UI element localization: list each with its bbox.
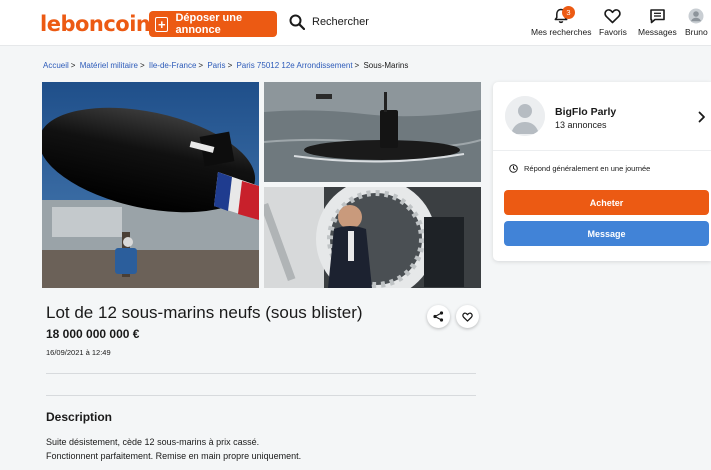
user-avatar-icon (505, 96, 545, 136)
nav-account[interactable]: Bruno (685, 8, 708, 37)
notification-badge: 3 (562, 6, 575, 19)
reply-time: Répond généralement en une journée (509, 164, 650, 173)
user-avatar-icon (688, 8, 704, 24)
nav-favorites[interactable]: Favoris (599, 8, 627, 37)
gallery-photo-submarine-sea[interactable] (264, 82, 481, 182)
seller-name[interactable]: BigFlo Parly (555, 106, 616, 118)
buy-button[interactable]: Acheter (504, 190, 709, 215)
nav-label-favorites: Favoris (599, 27, 627, 37)
description-body: Suite désistement, cède 12 sous-marins à… (46, 435, 301, 463)
breadcrumb-category[interactable]: Matériel militaire (80, 61, 138, 70)
breadcrumb-city[interactable]: Paris (207, 61, 225, 70)
favorite-button[interactable] (456, 305, 479, 328)
message-button[interactable]: Message (504, 221, 709, 246)
deposit-ad-label: Déposer une annonce (175, 12, 243, 36)
breadcrumb: Accueil > Matériel militaire > Ile-de-Fran… (43, 61, 409, 70)
gallery-photo-hatch[interactable] (264, 187, 481, 288)
message-icon (650, 9, 665, 24)
nav-messages[interactable]: Messages (638, 8, 677, 37)
section-divider (46, 395, 476, 396)
description-line: Suite désistement, cède 12 sous-marins à… (46, 437, 260, 447)
seller-avatar[interactable] (505, 96, 545, 136)
search-button[interactable]: Rechercher (289, 14, 369, 30)
search-label: Rechercher (312, 16, 369, 28)
breadcrumb-current: Sous-Marins (363, 61, 409, 70)
seller-ad-count: 13 annonces (555, 120, 607, 130)
share-button[interactable] (427, 305, 450, 328)
breadcrumb-region[interactable]: Ile-de-France (149, 61, 197, 70)
description-line: Fonctionnent parfaitement. Remise en mai… (46, 451, 302, 461)
gallery-main-photo[interactable] (42, 82, 259, 288)
clock-icon (509, 164, 518, 173)
deposit-ad-button[interactable]: + Déposer une annonce (149, 11, 277, 37)
nav-label-saved-searches: Mes recherches (531, 27, 592, 37)
card-divider (493, 150, 711, 151)
breadcrumb-district[interactable]: Paris 75012 12e Arrondissement (236, 61, 352, 70)
top-header: leboncoin + Déposer une annonce Recherch… (0, 0, 711, 46)
search-icon (289, 14, 305, 30)
ad-price: 18 000 000 000 € (46, 327, 140, 341)
breadcrumb-home[interactable]: Accueil (43, 61, 69, 70)
nav-label-messages: Messages (638, 27, 677, 37)
nav-saved-searches[interactable]: 3 Mes recherches (531, 6, 592, 37)
ad-date: 16/09/2021 à 12:49 (46, 348, 111, 357)
ad-title: Lot de 12 sous-marins neufs (sous bliste… (46, 303, 363, 322)
section-divider (46, 373, 476, 374)
share-icon (433, 311, 444, 322)
seller-card: BigFlo Parly 13 annonces Répond générale… (493, 82, 711, 261)
photo-gallery (42, 82, 481, 288)
chevron-right-icon[interactable] (698, 111, 706, 123)
heart-icon (604, 9, 622, 24)
description-heading: Description (46, 410, 113, 424)
heart-icon (462, 312, 473, 322)
leboncoin-logo[interactable]: leboncoin (40, 12, 151, 36)
nav-label-account: Bruno (685, 27, 708, 37)
plus-icon: + (155, 16, 169, 32)
reply-time-label: Répond généralement en une journée (524, 164, 651, 173)
